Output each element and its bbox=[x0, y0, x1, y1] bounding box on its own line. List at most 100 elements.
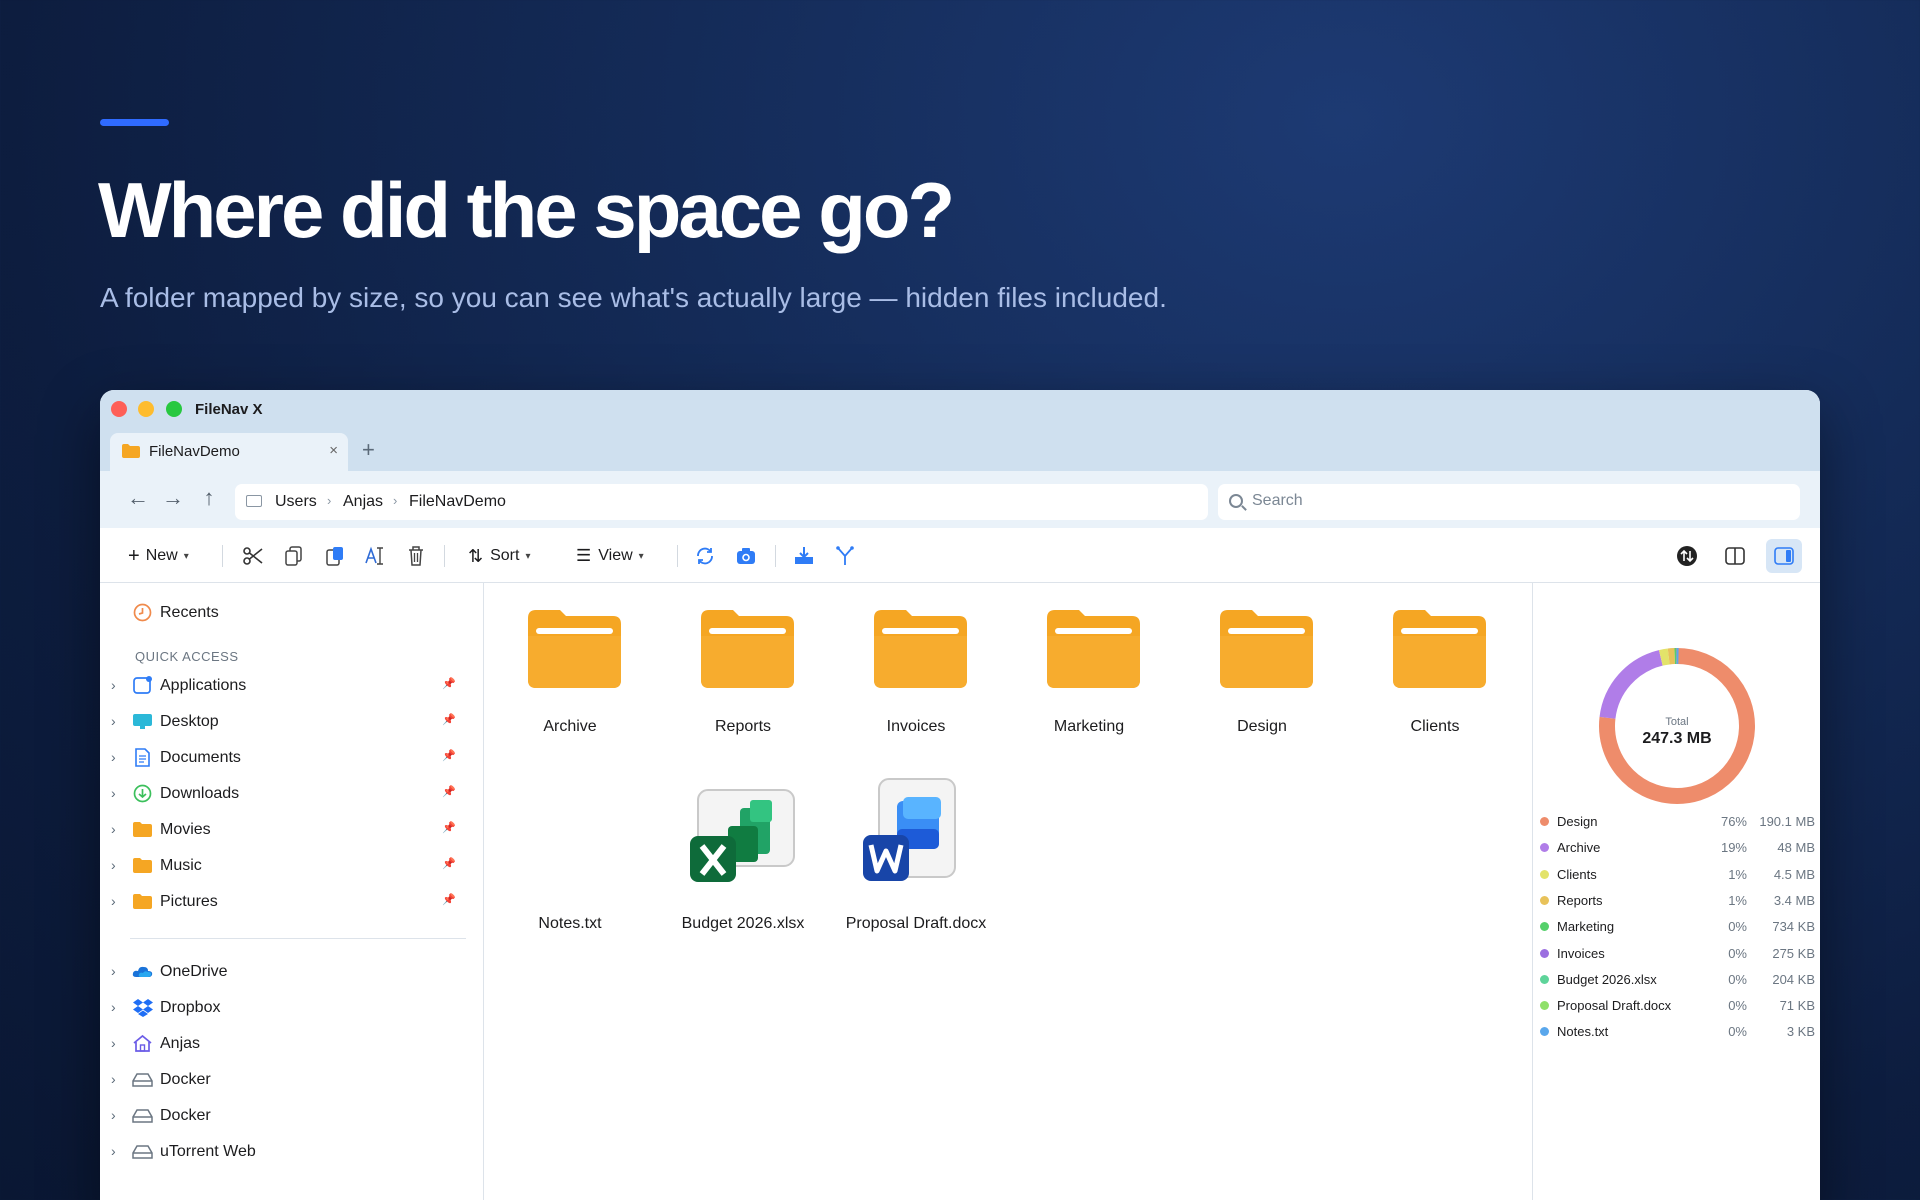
chevron-right-icon: › bbox=[111, 785, 116, 801]
folder-icon bbox=[133, 894, 152, 909]
sidebar-item-label: Docker bbox=[160, 1107, 211, 1124]
sidebar-item-label: Documents bbox=[160, 749, 241, 766]
pin-icon[interactable]: 📌 bbox=[442, 893, 456, 906]
merge-icon[interactable] bbox=[832, 543, 858, 569]
legend-percent: 1% bbox=[1728, 892, 1747, 908]
sidebar-item-label: Music bbox=[160, 857, 202, 874]
legend-size: 3.4 MB bbox=[1773, 892, 1815, 908]
back-button[interactable]: ← bbox=[124, 484, 152, 512]
legend-size: 48 MB bbox=[1777, 840, 1815, 856]
folder-icon bbox=[133, 822, 152, 837]
legend-size: 4.5 MB bbox=[1773, 866, 1815, 882]
refresh-icon[interactable] bbox=[692, 543, 718, 569]
sidebar-item-pictures[interactable]: › Pictures 📌 bbox=[100, 887, 480, 917]
sidebar-item-onedrive[interactable]: › OneDrive bbox=[100, 957, 480, 987]
download-tray-icon[interactable] bbox=[791, 543, 817, 569]
breadcrumb-separator: › bbox=[327, 493, 332, 508]
tab-close-icon[interactable]: × bbox=[329, 442, 338, 459]
legend-row[interactable]: Clients 1% 4.5 MB bbox=[1540, 864, 1815, 886]
cut-icon[interactable] bbox=[240, 543, 266, 569]
sidebar-item-applications[interactable]: › Applications 📌 bbox=[100, 671, 480, 701]
sidebar-item-utorrent-web[interactable]: › uTorrent Web bbox=[100, 1137, 480, 1167]
sidebar-item-docker[interactable]: › Docker bbox=[100, 1065, 480, 1095]
breadcrumb-users[interactable]: Users bbox=[275, 493, 317, 511]
legend-size: 71 KB bbox=[1779, 998, 1815, 1014]
folder-item-clients[interactable]: Clients bbox=[1360, 588, 1510, 748]
pin-icon[interactable]: 📌 bbox=[442, 857, 456, 870]
legend-row[interactable]: Notes.txt 0% 3 KB bbox=[1540, 1021, 1815, 1043]
folder-item-marketing[interactable]: Marketing bbox=[1014, 588, 1164, 748]
folder-icon bbox=[1220, 610, 1313, 688]
paste-icon[interactable] bbox=[322, 543, 348, 569]
sync-icon[interactable] bbox=[1674, 543, 1700, 569]
pin-icon[interactable]: 📌 bbox=[442, 785, 456, 798]
legend-row[interactable]: Budget 2026.xlsx 0% 204 KB bbox=[1540, 969, 1815, 991]
folder-item-archive[interactable]: Archive bbox=[495, 588, 645, 748]
legend-percent: 1% bbox=[1728, 866, 1747, 882]
breadcrumb-anjas[interactable]: Anjas bbox=[343, 493, 383, 511]
folder-item-reports[interactable]: Reports bbox=[668, 588, 818, 748]
chevron-right-icon: › bbox=[111, 749, 116, 765]
pin-icon[interactable]: 📌 bbox=[442, 749, 456, 762]
forward-button[interactable]: → bbox=[159, 484, 187, 512]
copy-icon[interactable] bbox=[281, 543, 307, 569]
pin-icon[interactable]: 📌 bbox=[442, 713, 456, 726]
zoom-window-button[interactable] bbox=[166, 401, 182, 417]
legend-row[interactable]: Archive 19% 48 MB bbox=[1540, 837, 1815, 859]
sidebar-item-downloads[interactable]: › Downloads 📌 bbox=[100, 779, 480, 809]
breadcrumb-filenavdemo[interactable]: FileNavDemo bbox=[409, 493, 506, 511]
folder-outline-icon bbox=[246, 495, 262, 507]
search-box[interactable] bbox=[1218, 484, 1800, 520]
sidebar-item-music[interactable]: › Music 📌 bbox=[100, 851, 480, 881]
new-tab-button[interactable]: + bbox=[362, 437, 375, 463]
file-name: Marketing bbox=[1053, 718, 1125, 735]
legend-row[interactable]: Proposal Draft.docx 0% 71 KB bbox=[1540, 995, 1815, 1017]
split-view-icon[interactable] bbox=[1722, 543, 1748, 569]
chevron-down-icon: ▾ bbox=[525, 550, 531, 562]
legend-row[interactable]: Reports 1% 3.4 MB bbox=[1540, 890, 1815, 912]
size-panel: Total 247.3 MB Design 76% 190.1 MB Archive 1… bbox=[1532, 583, 1820, 1200]
chevron-right-icon: › bbox=[111, 1107, 116, 1123]
clock-icon bbox=[133, 603, 152, 622]
path-bar[interactable]: Users › Anjas › FileNavDemo bbox=[235, 484, 1208, 520]
sidebar-item-documents[interactable]: › Documents 📌 bbox=[100, 743, 480, 773]
legend-row[interactable]: Marketing 0% 734 KB bbox=[1540, 916, 1815, 938]
sidebar-panel-icon[interactable] bbox=[1766, 539, 1802, 573]
tab-filenavdemo[interactable]: FileNavDemo × bbox=[110, 433, 348, 471]
file-item-budget[interactable]: Budget 2026.xlsx bbox=[668, 785, 818, 945]
rename-icon[interactable] bbox=[362, 543, 388, 569]
trash-icon[interactable] bbox=[403, 543, 429, 569]
legend-row[interactable]: Invoices 0% 275 KB bbox=[1540, 943, 1815, 965]
legend-swatch bbox=[1540, 948, 1549, 958]
sort-button[interactable]: ⇅ Sort ▾ bbox=[468, 542, 530, 570]
donut-slice-clients[interactable] bbox=[1658, 648, 1670, 666]
sidebar-item-anjas[interactable]: › Anjas bbox=[100, 1029, 480, 1059]
sidebar-item-recents[interactable]: Recents bbox=[100, 598, 480, 628]
sidebar-item-dropbox[interactable]: › Dropbox bbox=[100, 993, 480, 1023]
donut-center-value: 247.3 MB bbox=[1642, 730, 1712, 747]
new-button[interactable]: + New ▾ bbox=[128, 542, 189, 570]
sidebar-item-desktop[interactable]: › Desktop 📌 bbox=[100, 707, 480, 737]
pin-icon[interactable]: 📌 bbox=[442, 821, 456, 834]
toolbar: + New ▾ ⇅ Sort ▾ ☰ View ▾ bbox=[100, 528, 1820, 583]
file-name: Budget 2026.xlsx bbox=[681, 915, 805, 932]
donut-slice-archive[interactable] bbox=[1599, 650, 1663, 720]
pin-icon[interactable]: 📌 bbox=[442, 677, 456, 690]
legend-row[interactable]: Design 76% 190.1 MB bbox=[1540, 811, 1815, 833]
minimize-window-button[interactable] bbox=[138, 401, 154, 417]
folder-icon bbox=[133, 858, 152, 873]
close-window-button[interactable] bbox=[111, 401, 127, 417]
folder-item-design[interactable]: Design bbox=[1187, 588, 1337, 748]
search-input[interactable] bbox=[1252, 492, 1772, 510]
sidebar-item-docker-2[interactable]: › Docker bbox=[100, 1101, 480, 1131]
toolbar-divider bbox=[775, 545, 776, 567]
sidebar-item-movies[interactable]: › Movies 📌 bbox=[100, 815, 480, 845]
hero-title: Where did the space go? bbox=[98, 166, 955, 254]
view-button[interactable]: ☰ View ▾ bbox=[576, 542, 644, 570]
up-button[interactable]: ↑ bbox=[195, 484, 223, 512]
folder-item-invoices[interactable]: Invoices bbox=[841, 588, 991, 748]
toolbar-divider bbox=[677, 545, 678, 567]
camera-icon[interactable] bbox=[733, 543, 759, 569]
file-item-proposal[interactable]: Proposal Draft.docx bbox=[841, 778, 991, 945]
file-item-notes[interactable]: Notes.txt bbox=[495, 785, 645, 945]
